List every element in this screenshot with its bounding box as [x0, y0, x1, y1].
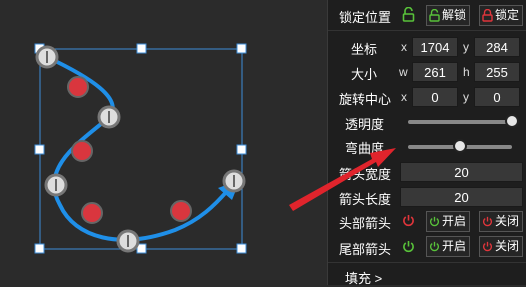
arrow-width-label: 箭头宽度 [339, 167, 392, 182]
power-off-icon [482, 241, 493, 252]
power-on-icon [429, 216, 440, 227]
selection-handles[interactable] [34, 43, 247, 254]
curvature-slider-knob[interactable] [453, 139, 467, 153]
handle-top-middle[interactable] [136, 43, 147, 54]
opacity-label: 透明度 [345, 117, 385, 132]
size-h-axis: h [463, 65, 470, 79]
coords-y-axis: y [463, 40, 469, 54]
lock-label: 锁定 [495, 8, 520, 22]
handle-bottom-left[interactable] [34, 243, 45, 254]
head-arrow-on-label: 开启 [442, 214, 467, 228]
unlock-label: 解锁 [442, 8, 467, 22]
head-arrow-on-button[interactable]: 开启 [426, 211, 471, 232]
arrow-width-input[interactable]: 20 [400, 162, 523, 182]
size-w-axis: w [399, 65, 408, 79]
coords-y-input[interactable]: 284 [474, 37, 520, 57]
tail-arrow-on-label: 开启 [442, 239, 467, 253]
head-arrow-label: 头部箭头 [339, 216, 392, 231]
anchor-point[interactable] [116, 229, 140, 253]
handle-top-right[interactable] [236, 43, 247, 54]
anchor-point[interactable] [35, 45, 59, 69]
handle-middle-left[interactable] [34, 144, 45, 155]
lock-icon [482, 9, 493, 22]
tail-arrow-on-button[interactable]: 开启 [426, 236, 471, 257]
control-point[interactable] [67, 76, 89, 98]
rotation-y-axis: y [463, 90, 469, 104]
anchor-point[interactable] [222, 169, 246, 193]
size-label: 大小 [351, 67, 378, 82]
rotation-y-input[interactable]: 0 [474, 87, 520, 107]
power-off-icon [482, 216, 493, 227]
fill-section-toggle[interactable]: 填充 > [345, 268, 382, 287]
rotation-x-input[interactable]: 0 [412, 87, 458, 107]
tail-arrow-off-button[interactable]: 关闭 [479, 236, 524, 257]
head-arrow-off-label: 关闭 [495, 214, 520, 228]
anchor-point[interactable] [44, 173, 68, 197]
tail-arrow-off-label: 关闭 [495, 239, 520, 253]
curvature-label: 弯曲度 [345, 141, 385, 156]
handle-middle-right[interactable] [236, 144, 247, 155]
lock-position-label: 锁定位置 [339, 10, 392, 25]
control-point[interactable] [71, 140, 93, 162]
unlocked-icon [402, 7, 415, 22]
coords-x-input[interactable]: 1704 [412, 37, 458, 57]
lock-button[interactable]: 锁定 [479, 5, 524, 26]
unlock-button[interactable]: 解锁 [426, 5, 471, 26]
opacity-slider-knob[interactable] [505, 114, 519, 128]
control-point[interactable] [170, 200, 192, 222]
size-h-input[interactable]: 255 [474, 62, 520, 82]
arrow-length-label: 箭头长度 [339, 192, 392, 207]
power-icon-on [403, 241, 414, 253]
coords-label: 坐标 [351, 42, 378, 57]
head-arrow-off-button[interactable]: 关闭 [479, 211, 524, 232]
rotation-x-axis: x [401, 90, 407, 104]
arrow-length-input[interactable]: 20 [400, 187, 523, 207]
control-point[interactable] [81, 202, 103, 224]
unlock-icon [429, 9, 440, 22]
properties-panel: 锁定位置 解锁 锁定 坐标 x 1704 y 284 大小 w 261 h 25… [327, 0, 526, 287]
coords-x-axis: x [401, 40, 407, 54]
control-points[interactable] [67, 76, 192, 224]
rotation-center-label: 旋转中心 [339, 92, 392, 107]
anchor-point[interactable] [97, 105, 121, 129]
opacity-slider-track[interactable] [408, 120, 512, 124]
tail-arrow-label: 尾部箭头 [339, 242, 392, 257]
handle-bottom-right[interactable] [236, 243, 247, 254]
size-w-input[interactable]: 261 [412, 62, 458, 82]
power-on-icon [429, 241, 440, 252]
power-icon-off [403, 215, 414, 227]
